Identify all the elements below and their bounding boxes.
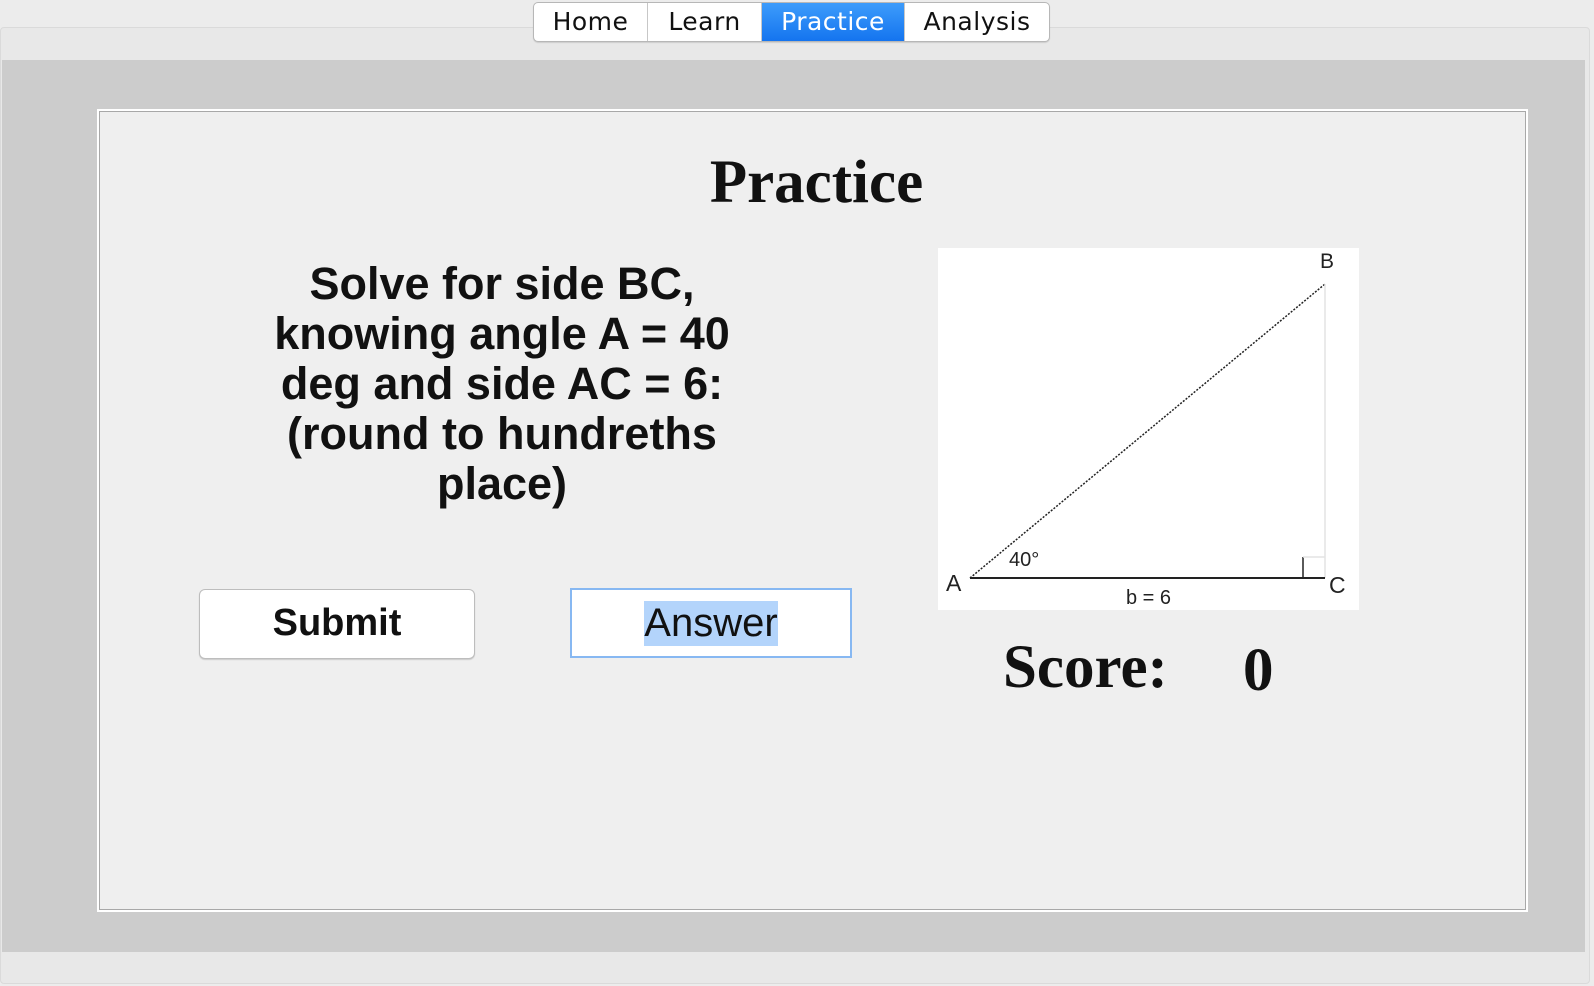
score-value: 0 xyxy=(1243,637,1274,704)
submit-button[interactable]: Submit xyxy=(199,589,475,659)
angle-a-label: 40° xyxy=(1009,549,1039,571)
answer-input[interactable] xyxy=(570,588,852,658)
vertex-c-label: C xyxy=(1329,572,1346,598)
vertex-b-label: B xyxy=(1320,250,1334,273)
side-b-label: b = 6 xyxy=(1126,587,1171,609)
triangle-diagram: A B C 40° b = 6 xyxy=(938,248,1359,610)
tab-learn[interactable]: Learn xyxy=(648,3,762,41)
tab-bar: Home Learn Practice Analysis xyxy=(533,2,1050,42)
tab-practice[interactable]: Practice xyxy=(762,3,905,41)
hypotenuse-ab xyxy=(969,283,1326,579)
tab-home[interactable]: Home xyxy=(534,3,648,41)
tab-analysis[interactable]: Analysis xyxy=(905,3,1049,41)
score-label: Score: xyxy=(1003,634,1168,701)
page-title: Practice xyxy=(709,149,924,216)
question-text: Solve for side BC, knowing angle A = 40 … xyxy=(274,258,730,509)
vertex-a-label: A xyxy=(946,570,962,596)
triangle-svg: A B C 40° b = 6 xyxy=(946,250,1346,609)
